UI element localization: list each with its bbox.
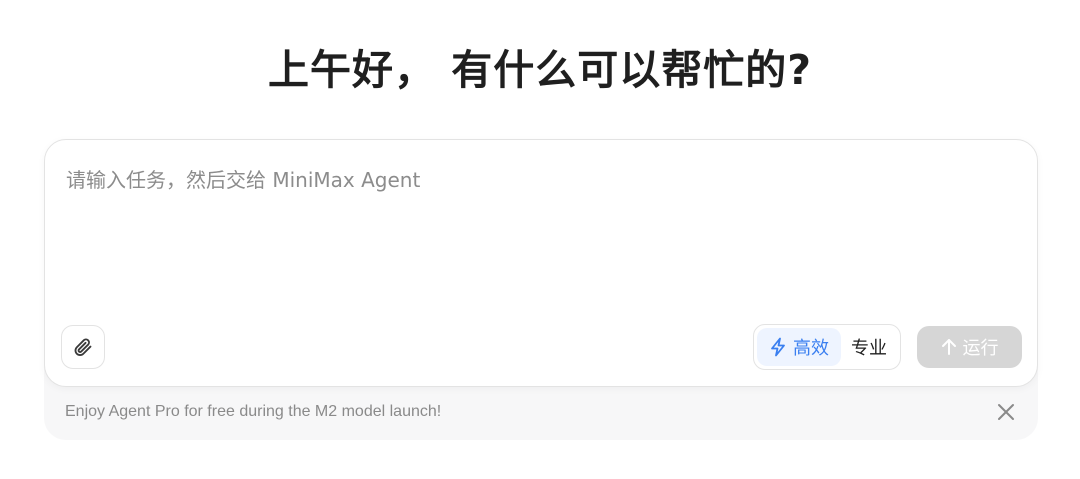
run-button[interactable]: 运行 [917,326,1022,368]
mode-option-label: 专业 [851,338,887,359]
task-composer: 高效 专业 运行 [44,139,1038,387]
run-button-label: 运行 [962,338,999,359]
mode-option-pro[interactable]: 专业 [841,328,897,366]
mode-option-label: 高效 [793,338,829,359]
mode-toggle: 高效 专业 [753,324,901,370]
task-input[interactable] [66,164,1006,314]
page: 上午好， 有什么可以帮忙的? Enjoy Agent Pro for free … [0,0,1080,479]
mode-option-efficient[interactable]: 高效 [757,328,841,366]
lightning-icon [769,337,793,357]
close-icon[interactable] [996,402,1016,422]
attach-button[interactable] [61,325,105,369]
paperclip-icon [73,337,93,357]
greeting-title: 上午好， 有什么可以帮忙的? [267,46,813,94]
arrow-up-icon [941,338,963,356]
promo-banner-text: Enjoy Agent Pro for free during the M2 m… [65,403,442,420]
